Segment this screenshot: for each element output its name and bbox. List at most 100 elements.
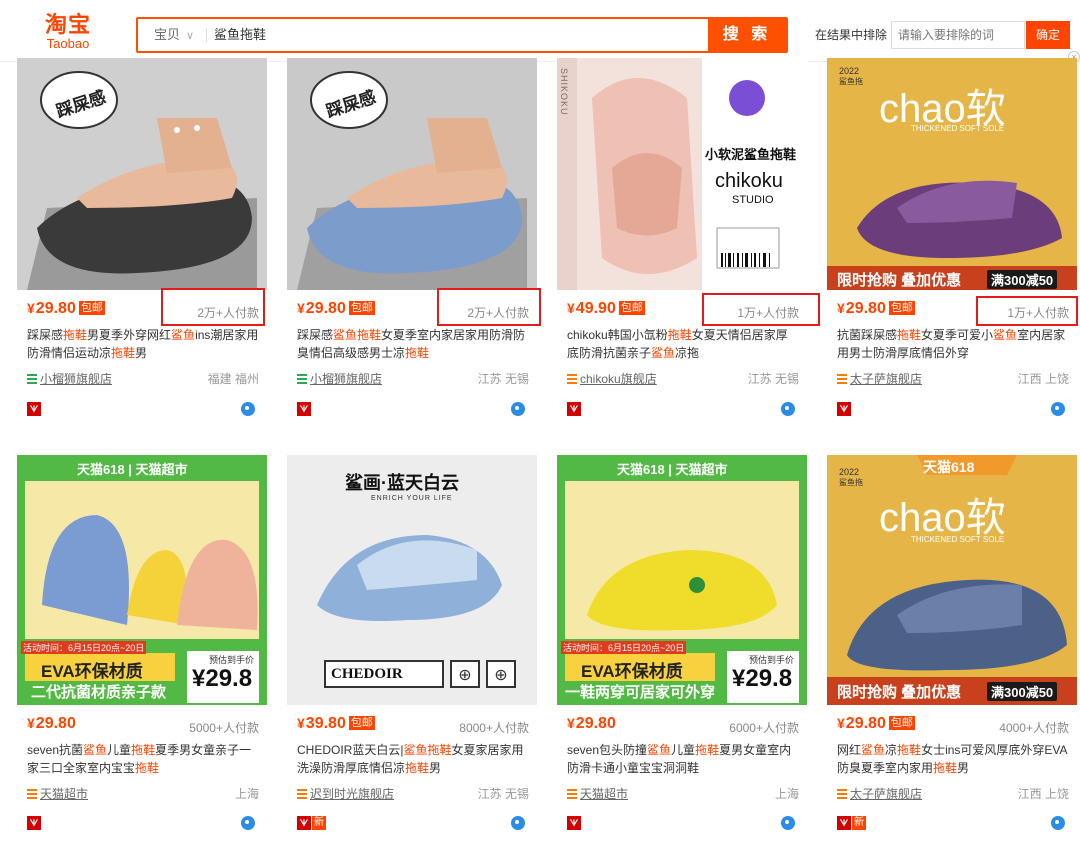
location: 江西 上饶 [1017,787,1069,801]
shop-link[interactable]: 天猫超市 [40,787,88,801]
product-title[interactable]: 抗菌踩屎感拖鞋女夏季可爱小鲨鱼室内居家用男士防滑厚底情侣外穿 [837,326,1069,362]
location: 江苏 无锡 [747,372,799,386]
shop-icon [27,374,37,384]
product-card[interactable]: SHIKOKU 小软泥鲨鱼拖鞋 chikoku STUDIO ¥49.90 包邮 … [557,58,807,433]
product-title[interactable]: CHEDOIR蓝天白云|鲨鱼拖鞋女夏家居家用洗澡防滑厚底情侣凉拖鞋男 [297,741,529,777]
wangwang-chat-icon[interactable] [1051,816,1065,830]
product-title[interactable]: 踩屎感鲨鱼拖鞋女夏季室内家居家用防滑防臭情侣高级感男士凉拖鞋 [297,326,529,362]
badge-row: ᗐ新 [837,816,1069,832]
image-price: ¥29.8 [732,665,793,692]
shop-link[interactable]: 天猫超市 [580,787,628,801]
product-image[interactable]: 天猫618 | 天猫超市 活动时间：6月15日20点~20日 EVA环保材质 预… [17,455,267,705]
search-button[interactable]: 搜 索 [708,19,786,51]
badge-row: ᗐ [27,402,259,418]
annotation-highlight-box [437,288,541,326]
price-value: 29.80 [845,300,886,317]
top-search-bar: 淘宝 Taobao 宝贝∨ 搜 索 在结果中排除 确定 × [0,0,1080,63]
location: 江苏 无锡 [477,372,529,386]
tmall-badge-icon: ᗐ [27,816,41,830]
search-category-label: 宝贝 [154,27,181,42]
shop-icon [297,374,307,384]
product-image[interactable]: ⊕ ⊕ 鲨画·蓝天白云 ENRICH YOUR LIFE CHEDOIR [287,455,537,705]
tmall-badge-icon: ᗐ [567,816,581,830]
location: 上海 [774,787,799,801]
exclude-confirm-button[interactable]: 确定 [1026,21,1070,49]
product-card[interactable]: ⊕ ⊕ 鲨画·蓝天白云 ENRICH YOUR LIFE CHEDOIR ¥39… [287,455,537,840]
shop-link[interactable]: 太子萨旗舰店 [850,372,922,386]
wangwang-chat-icon[interactable] [1051,402,1065,416]
svg-text:⊕: ⊕ [458,665,471,684]
image-bottom: 二代抗菌材质亲子款 [31,684,167,701]
wangwang-chat-icon[interactable] [511,816,525,830]
product-image[interactable]: 天猫618 2022 鲨鱼拖 chao软 THICKENED SOFT SOLE… [827,455,1077,705]
shop-link[interactable]: chikoku旗舰店 [580,372,657,386]
product-title[interactable]: 踩屎感拖鞋男夏季外穿网红鲨鱼ins潮居家用防滑情侣运动凉拖鞋男 [27,326,259,362]
product-card[interactable]: 天猫618 2022 鲨鱼拖 chao软 THICKENED SOFT SOLE… [827,455,1077,840]
shop-link[interactable]: 太子萨旗舰店 [850,787,922,801]
exclude-input[interactable] [891,21,1025,49]
shop-link[interactable]: 迟到时光旗舰店 [310,787,394,801]
wangwang-chat-icon[interactable] [781,816,795,830]
product-title[interactable]: 网红鲨鱼凉拖鞋女士ins可爱风厚底外穿EVA防臭夏季室内家用拖鞋男 [837,741,1069,777]
image-brand: 鲨鱼拖 [839,478,863,487]
product-card[interactable]: 踩屎感 ¥29.80 包邮 2万+人付款 踩屎感拖鞋男夏季外穿网红鲨鱼ins潮居家… [17,58,267,433]
badge-row: ᗐ新 [297,816,529,832]
wangwang-chat-icon[interactable] [511,402,525,416]
free-shipping-badge: 包邮 [888,301,915,315]
product-title[interactable]: chikoku韩国小氙粉拖鞋女夏天情侣居家厚底防滑抗菌亲子鲨鱼凉拖 [567,326,799,362]
price-row: ¥39.80 包邮 8000+人付款 [297,715,529,737]
shop-icon [567,374,577,384]
price: ¥29.80 [27,715,76,732]
product-image[interactable]: 天猫618 | 天猫超市 活动时间：6月15日20点~20日 EVA环保材质 预… [557,455,807,705]
shop-row: chikoku旗舰店 江苏 无锡 [567,370,799,386]
product-title[interactable]: seven抗菌鲨鱼儿童拖鞋夏季男女童亲子一家三口全家室内宝宝拖鞋 [27,741,259,777]
image-bottom: 一鞋两穿可居家可外穿 [565,684,716,701]
price: ¥29.80 [27,300,76,317]
image-subtitle: ENRICH YOUR LIFE [371,495,453,502]
product-image[interactable]: 2022 鲨鱼拖 chao软 THICKENED SOFT SOLE 限时抢购 … [827,58,1077,290]
shop-icon [567,789,577,799]
new-badge: 新 [312,816,326,830]
product-card[interactable]: 天猫618 | 天猫超市 活动时间：6月15日20点~20日 EVA环保材质 预… [17,455,267,840]
shop-row: 太子萨旗舰店 江西 上饶 [837,370,1069,386]
product-image[interactable]: 踩屎感 [287,58,537,290]
price-row: ¥29.80 6000+人付款 [567,715,799,737]
image-material: EVA环保材质 [41,662,143,681]
location: 江西 上饶 [1017,372,1069,386]
image-subtitle: THICKENED SOFT SOLE [911,124,1005,133]
image-deal: 满300减50 [987,270,1058,289]
paid-count: 4000+人付款 [999,721,1069,735]
price: ¥29.80 [567,715,616,732]
price-row: ¥29.80 包邮 4000+人付款 [837,715,1069,737]
paid-count: 5000+人付款 [189,721,259,735]
shop-link[interactable]: 小榴狮旗舰店 [40,372,112,386]
product-card[interactable]: 天猫618 | 天猫超市 活动时间：6月15日20点~20日 EVA环保材质 预… [557,455,807,840]
product-card[interactable]: 踩屎感 ¥29.80 包邮 2万+人付款 踩屎感鲨鱼拖鞋女夏季室内家居家用防滑防臭… [287,58,537,433]
price-row: ¥29.80 5000+人付款 [27,715,259,737]
product-image[interactable]: 踩屎感 [17,58,267,290]
wangwang-chat-icon[interactable] [241,402,255,416]
product-card[interactable]: 2022 鲨鱼拖 chao软 THICKENED SOFT SOLE 限时抢购 … [827,58,1077,433]
location: 福建 福州 [207,372,259,386]
image-event: 活动时间：6月15日20点~20日 [561,641,687,654]
search-category-select[interactable]: 宝贝 ∨ [138,19,206,51]
free-shipping-badge: 包邮 [348,301,375,315]
price: ¥29.80 [837,300,886,317]
image-deal: 满300减50 [987,682,1058,701]
wangwang-chat-icon[interactable] [781,402,795,416]
wangwang-chat-icon[interactable] [241,816,255,830]
badge-row: ᗐ [837,402,1069,418]
product-image[interactable]: SHIKOKU 小软泥鲨鱼拖鞋 chikoku STUDIO [557,58,807,290]
shop-row: 太子萨旗舰店 江西 上饶 [837,785,1069,801]
image-banner: 天猫618 | 天猫超市 [617,462,728,477]
price-value: 29.80 [35,300,76,317]
price-value: 29.80 [35,715,76,732]
product-title[interactable]: seven包头防撞鲨鱼儿童拖鞋夏男女童室内防滑卡通小童宝宝洞洞鞋 [567,741,799,777]
taobao-logo[interactable]: 淘宝 Taobao [38,14,98,54]
search-input[interactable] [214,19,694,51]
tmall-badge-icon: ᗐ [27,402,41,416]
chevron-down-icon: ∨ [186,30,195,42]
shop-link[interactable]: 小榴狮旗舰店 [310,372,382,386]
svg-text:⊕: ⊕ [494,665,507,684]
price: ¥29.80 [837,715,886,732]
